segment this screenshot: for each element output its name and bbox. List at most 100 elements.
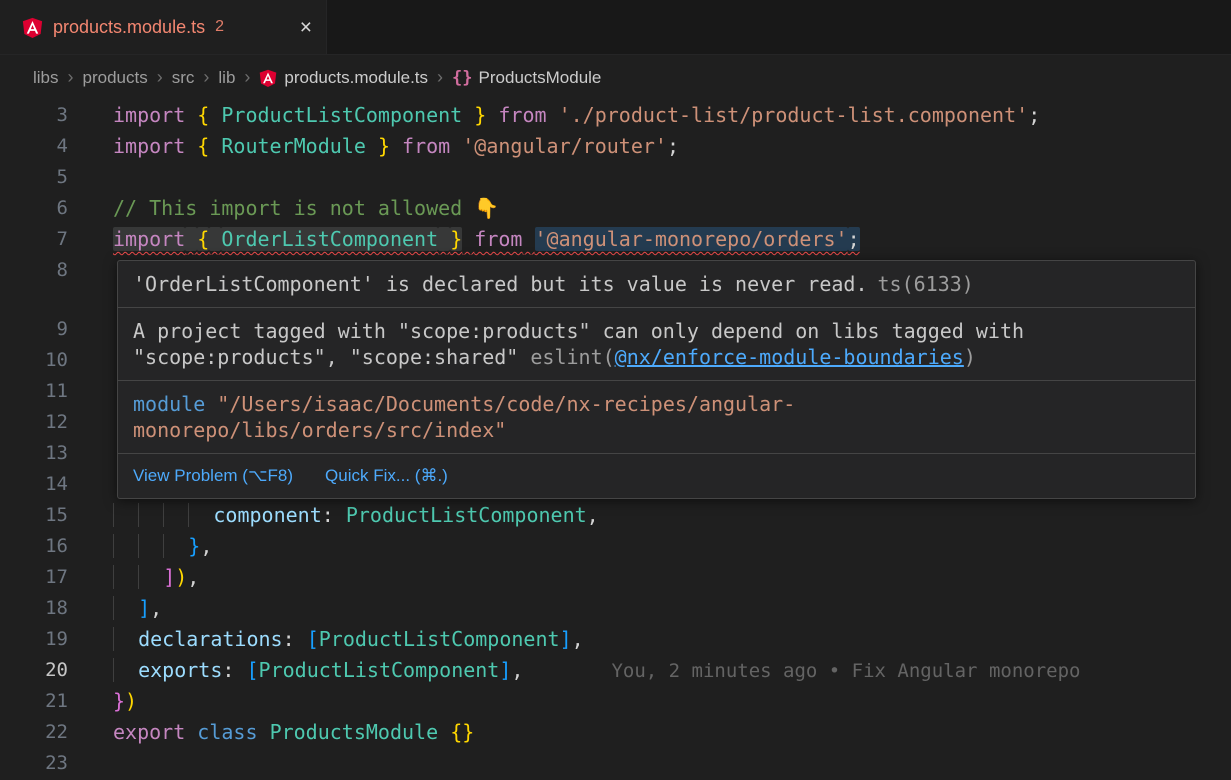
code-token: [ <box>246 658 258 682</box>
code-token: : <box>283 627 307 651</box>
breadcrumb-item-file[interactable]: products.module.ts <box>284 68 428 88</box>
code-token <box>366 134 378 158</box>
code-token <box>438 720 450 744</box>
breadcrumb-item-symbol[interactable]: ProductsModule <box>479 68 602 88</box>
line-number[interactable]: 20 <box>0 655 68 686</box>
line-number[interactable]: 13 <box>0 438 68 469</box>
line-number[interactable]: 14 <box>0 469 68 500</box>
tab-title: products.module.ts <box>53 17 205 38</box>
indent-guide <box>113 534 138 558</box>
line-number[interactable]: 21 <box>0 686 68 717</box>
code-content: component: ProductListComponent, <box>113 500 599 531</box>
diagnostics-hover-popup: 'OrderListComponent' is declared but its… <box>117 260 1196 499</box>
diagnostic-source-suffix: ) <box>964 345 976 369</box>
code-token: ] <box>138 596 150 620</box>
code-token: } <box>378 134 390 158</box>
code-token: } <box>188 534 200 558</box>
code-content: import { OrderListComponent } from '@ang… <box>113 224 860 255</box>
code-token <box>258 720 270 744</box>
code-token: , <box>511 658 523 682</box>
code-content: }) <box>113 686 137 717</box>
code-token: class <box>197 720 257 744</box>
tab-bar: products.module.ts 2 × <box>0 0 1231 55</box>
code-token: , <box>572 627 584 651</box>
line-number[interactable]: 11 <box>0 376 68 407</box>
line-number[interactable]: 8 <box>0 255 68 286</box>
code-token: ] <box>499 658 511 682</box>
code-line[interactable]: 5 <box>0 162 1231 193</box>
code-line[interactable]: 16 }, <box>0 531 1231 562</box>
line-number[interactable]: 9 <box>0 314 68 345</box>
breadcrumb-item-products[interactable]: products <box>83 68 148 88</box>
diagnostic-ts-unused: 'OrderListComponent' is declared but its… <box>118 261 1195 308</box>
quick-fix-button[interactable]: Quick Fix... (⌘.) <box>325 463 448 489</box>
code-line[interactable]: 18 ], <box>0 593 1231 624</box>
line-number[interactable]: 7 <box>0 224 68 255</box>
code-line[interactable]: 17 ]), <box>0 562 1231 593</box>
indent-guide <box>113 658 138 682</box>
line-number[interactable]: 15 <box>0 500 68 531</box>
code-token: import <box>113 134 185 158</box>
line-number[interactable]: 17 <box>0 562 68 593</box>
code-content: import { ProductListComponent } from './… <box>113 100 1040 131</box>
code-token: ; <box>848 227 860 251</box>
code-token <box>185 720 197 744</box>
code-token: { <box>197 134 209 158</box>
indent-guide <box>113 503 138 527</box>
code-content: import { RouterModule } from '@angular/r… <box>113 131 679 162</box>
hover-action-bar: View Problem (⌥F8) Quick Fix... (⌘.) <box>118 454 1195 498</box>
code-token: } <box>450 227 462 251</box>
code-token <box>209 134 221 158</box>
tab-products-module[interactable]: products.module.ts 2 × <box>0 0 327 54</box>
indent-guide <box>188 503 213 527</box>
line-number[interactable]: 10 <box>0 345 68 376</box>
code-line[interactable]: 19 declarations: [ProductListComponent], <box>0 624 1231 655</box>
code-line[interactable]: 22 export class ProductsModule {} <box>0 717 1231 748</box>
code-token <box>185 103 197 127</box>
code-line[interactable]: 4 import { RouterModule } from '@angular/… <box>0 131 1231 162</box>
code-line[interactable]: 6// This import is not allowed 👇 <box>0 193 1231 224</box>
breadcrumb: libs › products › src › lib › products.m… <box>0 55 1231 100</box>
code-line[interactable]: 23 <box>0 748 1231 779</box>
breadcrumb-item-lib[interactable]: lib <box>218 68 235 88</box>
diagnostic-source: ts(6133) <box>878 272 974 296</box>
module-info-line2: monorepo/libs/orders/src/index" <box>133 417 1180 443</box>
code-token: , <box>150 596 162 620</box>
code-token: { <box>450 720 462 744</box>
line-number[interactable]: 18 <box>0 593 68 624</box>
breadcrumb-item-libs[interactable]: libs <box>33 68 59 88</box>
view-problem-button[interactable]: View Problem (⌥F8) <box>133 463 293 489</box>
line-number[interactable]: 12 <box>0 407 68 438</box>
line-number[interactable]: 19 <box>0 624 68 655</box>
code-line[interactable]: 21}) <box>0 686 1231 717</box>
close-icon[interactable]: × <box>300 17 312 38</box>
module-path-part2: monorepo/libs/orders/src/index" <box>133 418 506 442</box>
code-token: // This import is not allowed <box>113 196 474 220</box>
code-line[interactable]: 15 component: ProductListComponent, <box>0 500 1231 531</box>
code-token: declarations <box>138 627 283 651</box>
code-token: '@angular/router' <box>462 134 667 158</box>
line-number[interactable]: 6 <box>0 193 68 224</box>
code-content: export class ProductsModule {} <box>113 717 474 748</box>
line-number[interactable]: 16 <box>0 531 68 562</box>
breadcrumb-item-src[interactable]: src <box>172 68 195 88</box>
code-token <box>185 134 197 158</box>
code-token: import <box>113 227 185 251</box>
code-line[interactable]: 7 import { OrderListComponent } from '@an… <box>0 224 1231 255</box>
line-number[interactable]: 22 <box>0 717 68 748</box>
code-line[interactable]: 3 import { ProductListComponent } from '.… <box>0 100 1231 131</box>
line-number[interactable]: 23 <box>0 748 68 779</box>
eslint-rule-link[interactable]: @nx/enforce-module-boundaries <box>615 345 964 369</box>
code-token: , <box>200 534 212 558</box>
code-token <box>462 103 474 127</box>
line-number[interactable]: 4 <box>0 131 68 162</box>
line-number[interactable]: 5 <box>0 162 68 193</box>
code-line[interactable]: 20 exports: [ProductListComponent],You, … <box>0 655 1231 686</box>
line-number[interactable]: 3 <box>0 100 68 131</box>
code-token: } <box>462 720 474 744</box>
code-token: ProductsModule <box>270 720 439 744</box>
code-token: ProductListComponent <box>346 503 587 527</box>
code-token: { <box>197 103 209 127</box>
module-info-line1: module "/Users/isaac/Documents/code/nx-r… <box>133 391 1180 417</box>
editor[interactable]: 3 import { ProductListComponent } from '.… <box>0 100 1231 780</box>
